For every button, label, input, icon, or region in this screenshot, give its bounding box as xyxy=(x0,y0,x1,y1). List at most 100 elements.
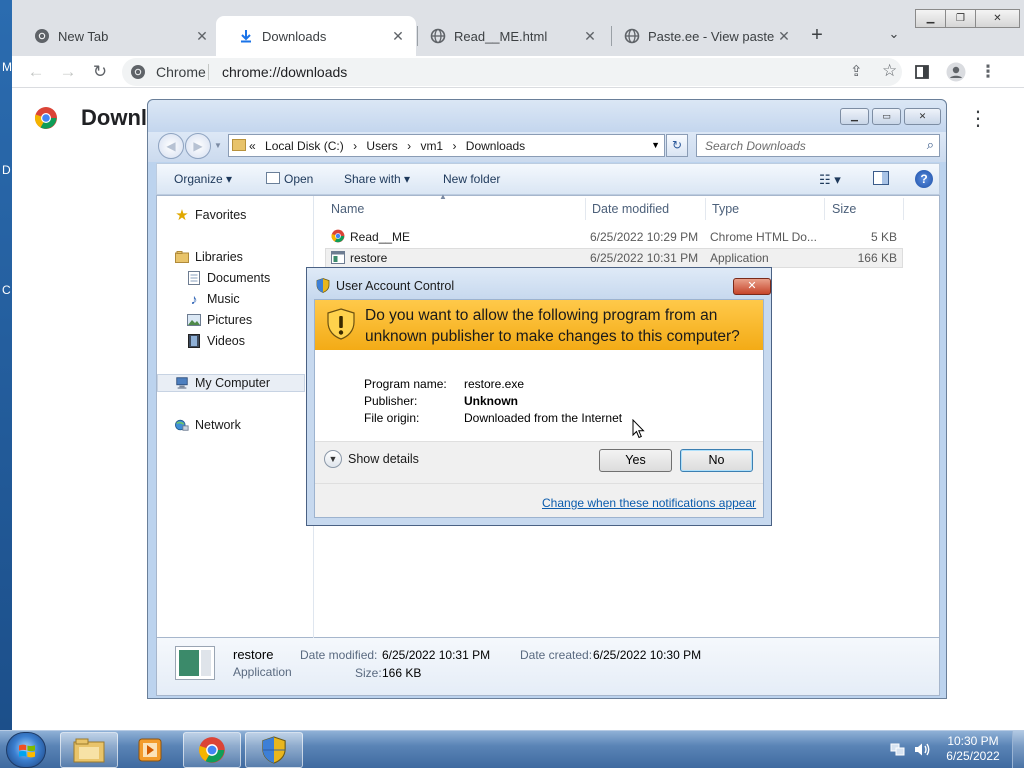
documents-icon xyxy=(187,271,201,285)
nav-item-music[interactable]: ♪ Music xyxy=(187,291,240,307)
breadcrumb-item[interactable]: Users xyxy=(366,139,397,153)
details-created-label: Date created: xyxy=(520,648,593,662)
close-window-button[interactable]: ✕ xyxy=(975,9,1020,28)
column-header-date-modified[interactable]: Date modified xyxy=(592,202,669,216)
breadcrumb-separator[interactable]: › xyxy=(452,139,456,153)
nav-label: Libraries xyxy=(195,250,243,264)
profile-avatar-icon[interactable] xyxy=(944,60,968,84)
new-tab-button[interactable]: + xyxy=(805,24,829,48)
back-arrow-icon[interactable]: ◀ xyxy=(158,133,184,159)
breadcrumb[interactable]: « Local Disk (C:) › Users › vm1 › Downlo… xyxy=(228,134,665,157)
show-desktop-button[interactable] xyxy=(1012,731,1024,768)
file-row[interactable]: Read__ME 6/25/2022 10:29 PM Chrome HTML … xyxy=(325,227,903,247)
column-divider[interactable] xyxy=(585,198,586,220)
share-icon[interactable]: ⇪ xyxy=(850,62,863,80)
search-input[interactable]: Search Downloads ⌕ xyxy=(696,134,940,157)
close-button[interactable]: ✕ xyxy=(733,278,771,295)
reload-icon[interactable]: ↻ xyxy=(88,60,112,84)
star-icon: ★ xyxy=(175,207,189,224)
side-panel-icon[interactable] xyxy=(910,60,934,84)
help-icon[interactable]: ? xyxy=(915,170,933,188)
nav-item-documents[interactable]: Documents xyxy=(187,271,270,285)
organize-button[interactable]: Organize ▾ xyxy=(174,172,232,186)
command-bar: Organize ▾ Open Share with ▾ New folder … xyxy=(156,163,940,195)
file-row[interactable]: restore 6/25/2022 10:31 PM Application 1… xyxy=(325,248,903,268)
tab-read-me[interactable]: Read__ME.html ✕ xyxy=(408,16,608,56)
network-tray-icon[interactable] xyxy=(890,742,906,760)
downloads-menu-icon[interactable]: ⋮ xyxy=(968,106,988,131)
breadcrumb-path: « Local Disk (C:) › Users › vm1 › Downlo… xyxy=(249,139,531,153)
column-header-type[interactable]: Type xyxy=(712,202,739,216)
clock-date: 6/25/2022 xyxy=(946,749,1000,763)
uac-question: Do you want to allow the following progr… xyxy=(365,307,740,345)
volume-icon[interactable] xyxy=(914,742,932,760)
uac-titlebar[interactable]: User Account Control ✕ xyxy=(307,268,771,300)
column-header-name[interactable]: Name xyxy=(331,202,364,216)
view-options-icon[interactable]: ☷ ▾ xyxy=(819,172,841,188)
address-bar[interactable]: Chrome chrome://downloads ⇪ ☆ xyxy=(122,58,902,86)
program-name-value: restore.exe xyxy=(464,377,525,391)
back-arrow-icon[interactable]: ← xyxy=(24,60,48,84)
chrome-menu-icon[interactable]: ⋮ xyxy=(976,60,1000,84)
nav-item-videos[interactable]: Videos xyxy=(187,334,245,348)
column-divider[interactable] xyxy=(903,198,904,220)
breadcrumb-item[interactable]: Downloads xyxy=(466,139,525,153)
close-icon[interactable]: ✕ xyxy=(194,28,210,45)
column-header-size[interactable]: Size xyxy=(832,202,856,216)
tab-search-icon[interactable]: ⌄ xyxy=(882,26,906,46)
recent-pages-icon[interactable]: ▼ xyxy=(214,141,222,150)
omnibox-divider xyxy=(208,64,209,80)
address-dropdown-icon[interactable]: ▼ xyxy=(651,140,660,150)
system-clock[interactable]: 10:30 PM 6/25/2022 xyxy=(938,734,1008,764)
start-button[interactable] xyxy=(6,732,46,768)
nav-item-my-computer[interactable]: My Computer xyxy=(175,376,270,390)
search-icon[interactable]: ⌕ xyxy=(927,137,934,153)
forward-arrow-icon[interactable]: → xyxy=(56,60,80,84)
forward-arrow-icon[interactable]: ▶ xyxy=(185,133,211,159)
chrome-icon xyxy=(331,229,345,246)
preview-pane-icon[interactable] xyxy=(873,171,889,188)
breadcrumb-overflow[interactable]: « xyxy=(249,139,256,153)
minimize-button[interactable]: ▁ xyxy=(840,108,869,125)
bookmark-star-icon[interactable]: ☆ xyxy=(882,61,897,81)
tab-paste-ee[interactable]: Paste.ee - View paste 6y ✕ xyxy=(602,16,802,56)
column-divider[interactable] xyxy=(705,198,706,220)
refresh-icon[interactable]: ↻ xyxy=(666,134,688,157)
open-button[interactable]: Open xyxy=(266,172,313,186)
maximize-button[interactable]: ❐ xyxy=(945,9,976,28)
change-notifications-link[interactable]: Change when these notifications appear xyxy=(542,496,756,510)
taskbar-media-player[interactable] xyxy=(121,732,179,768)
taskbar-uac[interactable] xyxy=(245,732,303,768)
minimize-button[interactable]: ▁ xyxy=(915,9,946,28)
close-icon[interactable]: ✕ xyxy=(776,28,792,45)
nav-item-pictures[interactable]: Pictures xyxy=(187,313,252,327)
nav-item-favorites[interactable]: ★ Favorites xyxy=(175,207,246,224)
tab-new-tab[interactable]: New Tab ✕ xyxy=(12,16,220,56)
share-with-button[interactable]: Share with ▾ xyxy=(344,172,410,186)
taskbar-chrome[interactable] xyxy=(183,732,241,768)
application-icon xyxy=(266,172,280,184)
new-folder-button[interactable]: New folder xyxy=(443,172,500,186)
close-icon[interactable]: ✕ xyxy=(390,28,406,45)
nav-item-libraries[interactable]: Libraries xyxy=(175,250,243,264)
no-button[interactable]: No xyxy=(680,449,753,472)
uac-footer: ▼ Show details Yes No Change when these … xyxy=(315,441,763,517)
tab-downloads[interactable]: Downloads ✕ xyxy=(216,16,416,56)
nav-item-network[interactable]: Network xyxy=(175,418,241,432)
breadcrumb-separator[interactable]: › xyxy=(407,139,411,153)
breadcrumb-item[interactable]: Local Disk (C:) xyxy=(265,139,344,153)
breadcrumb-separator[interactable]: › xyxy=(353,139,357,153)
close-window-button[interactable]: ✕ xyxy=(904,108,941,125)
breadcrumb-item[interactable]: vm1 xyxy=(420,139,443,153)
maximize-button[interactable]: ▭ xyxy=(872,108,901,125)
close-icon[interactable]: ✕ xyxy=(582,28,598,45)
column-divider[interactable] xyxy=(824,198,825,220)
videos-icon xyxy=(187,334,201,348)
application-icon xyxy=(331,251,345,267)
yes-button[interactable]: Yes xyxy=(599,449,672,472)
explorer-titlebar[interactable]: ▁ ▭ ✕ xyxy=(148,100,946,132)
globe-icon xyxy=(624,28,640,44)
url-text[interactable]: chrome://downloads xyxy=(222,64,347,80)
taskbar-explorer[interactable] xyxy=(60,732,118,768)
show-details-toggle[interactable]: ▼ Show details xyxy=(324,450,419,468)
